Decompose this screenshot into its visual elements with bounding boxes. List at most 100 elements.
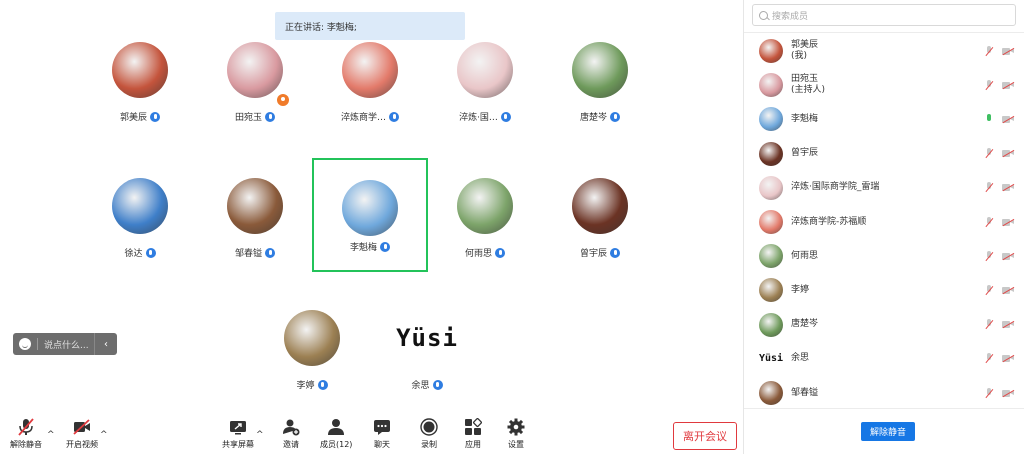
share-options-chevron-icon[interactable]: ^ [256,430,264,440]
start-video-label: 开启视频 [66,440,98,449]
member-name: 邹春镒 [791,387,819,398]
video-tile[interactable]: 田宛玉 [197,22,313,136]
participant-name: 唐楚岑 [579,113,607,123]
member-row[interactable]: 田宛玉 (主持人) [744,68,1024,102]
camera-off-icon[interactable] [1002,286,1015,295]
camera-off-icon[interactable] [1002,115,1015,124]
share-screen-button[interactable]: 共享屏幕 [222,418,254,450]
sidebar-separator [744,32,1024,33]
unmute-all-button[interactable]: 解除静音 [861,422,915,441]
video-tile[interactable]: 淬炼·国… [427,22,543,136]
tile-name-row: 余思 [369,378,485,391]
tile-name-row: 邹春镒 [197,246,313,259]
member-name-block: 余思 [791,353,985,364]
avatar [227,42,283,98]
participant-name: 李魁梅 [349,243,377,253]
video-tile[interactable]: 邹春镒 [197,158,313,272]
mic-on-icon[interactable] [985,113,993,125]
camera-off-icon[interactable] [1002,183,1015,192]
avatar [572,178,628,234]
emoji-icon[interactable] [19,338,31,350]
members-icon [327,418,345,436]
mic-muted-icon[interactable] [985,148,994,159]
member-name-block: 邹春镒 [791,388,985,399]
member-row[interactable]: 淬炼·国际商学院_雷瑞 [744,171,1024,205]
record-button[interactable]: 录制 [420,418,438,450]
member-avatar [759,278,783,303]
avatar [457,42,513,98]
member-row[interactable]: 曾宇辰 [744,137,1024,171]
member-name-block: 郭美辰 (我) [791,40,985,62]
leave-meeting-button[interactable]: 离开会议 [673,422,737,450]
member-row[interactable]: 李魁梅 [744,102,1024,136]
chat-button[interactable]: 聊天 [373,418,391,450]
settings-button[interactable]: 设置 [507,418,525,450]
member-name-block: 何雨思 [791,251,985,262]
member-row[interactable]: 淬炼商学院-苏福顺 [744,205,1024,239]
camera-off-icon[interactable] [1002,149,1015,158]
participant-name: 何雨思 [464,249,492,259]
member-name: 李婷 [791,284,810,295]
video-tile[interactable]: 曾宇辰 [542,158,658,272]
collapse-chevron-icon[interactable]: ‹ [94,333,117,355]
camera-off-icon[interactable] [1002,252,1015,261]
mic-status-icon [265,247,275,258]
mic-muted-icon[interactable] [985,319,994,330]
mic-status-icon [145,247,156,258]
tile-name-row: 徐达 [82,246,198,259]
video-off-icon [73,418,91,436]
member-role: (主持人) [791,85,826,96]
apps-button[interactable]: 应用 [464,418,482,450]
mic-muted-icon[interactable] [985,250,994,262]
mic-muted-icon[interactable] [985,182,994,193]
participant-name: 郭美辰 [119,113,147,123]
camera-off-icon[interactable] [1002,218,1015,227]
avatar [284,310,340,366]
invite-button[interactable]: 邀请 [282,418,300,450]
chat-bubble-icon [373,418,391,436]
mic-muted-icon[interactable] [985,45,994,57]
member-avatar [759,210,783,234]
camera-off-icon[interactable] [1002,320,1015,329]
member-row[interactable]: 邹春镒 [744,376,1024,410]
video-tile[interactable]: 李魁梅 [312,158,428,272]
camera-off-icon[interactable] [1002,47,1015,56]
member-avatar [759,312,783,337]
mic-muted-icon[interactable] [985,387,994,399]
video-options-chevron-icon[interactable]: ^ [100,430,108,440]
video-tile[interactable]: 何雨思 [427,158,543,272]
video-tile[interactable]: 郭美辰 [82,22,198,136]
member-name-block: 唐楚岑 [791,319,985,330]
muted-mic-icon [17,418,35,436]
video-tile[interactable]: 李婷 [254,290,370,404]
unmute-label: 解除静音 [10,440,42,449]
camera-off-icon[interactable] [1002,81,1015,90]
invite-label: 邀请 [283,440,299,449]
video-tile[interactable]: Yüsi 余思 [369,290,485,404]
mic-muted-icon[interactable] [985,284,994,296]
members-button[interactable]: 成员(12) [320,418,352,450]
avatar [112,42,168,98]
mic-muted-icon[interactable] [985,353,994,364]
unmute-button[interactable]: 解除静音 [10,418,42,450]
video-tile[interactable]: 徐达 [82,158,198,272]
audio-options-chevron-icon[interactable]: ^ [47,430,55,440]
member-row[interactable]: 何雨思 [744,239,1024,273]
camera-off-icon[interactable] [1002,389,1015,398]
member-row[interactable]: 郭美辰 (我) [744,34,1024,68]
start-video-button[interactable]: 开启视频 [66,418,98,450]
video-tile[interactable]: 淬炼商学… [312,22,428,136]
member-search-input[interactable]: 搜索成员 [752,4,1016,26]
member-avatar [759,141,783,166]
member-row[interactable]: 李婷 [744,273,1024,307]
member-row[interactable]: 唐楚岑 [744,308,1024,342]
member-name: 曾宇辰 [791,148,819,159]
member-row[interactable]: Yüsi 余思 [744,342,1024,376]
video-tile[interactable]: 唐楚岑 [542,22,658,136]
mic-muted-icon[interactable] [985,216,994,228]
chat-input-pill[interactable]: 说点什么... ‹ [13,333,117,355]
mic-muted-icon[interactable] [985,79,994,91]
camera-off-icon[interactable] [1002,354,1015,363]
avatar [572,42,628,98]
member-avatar [759,107,783,132]
